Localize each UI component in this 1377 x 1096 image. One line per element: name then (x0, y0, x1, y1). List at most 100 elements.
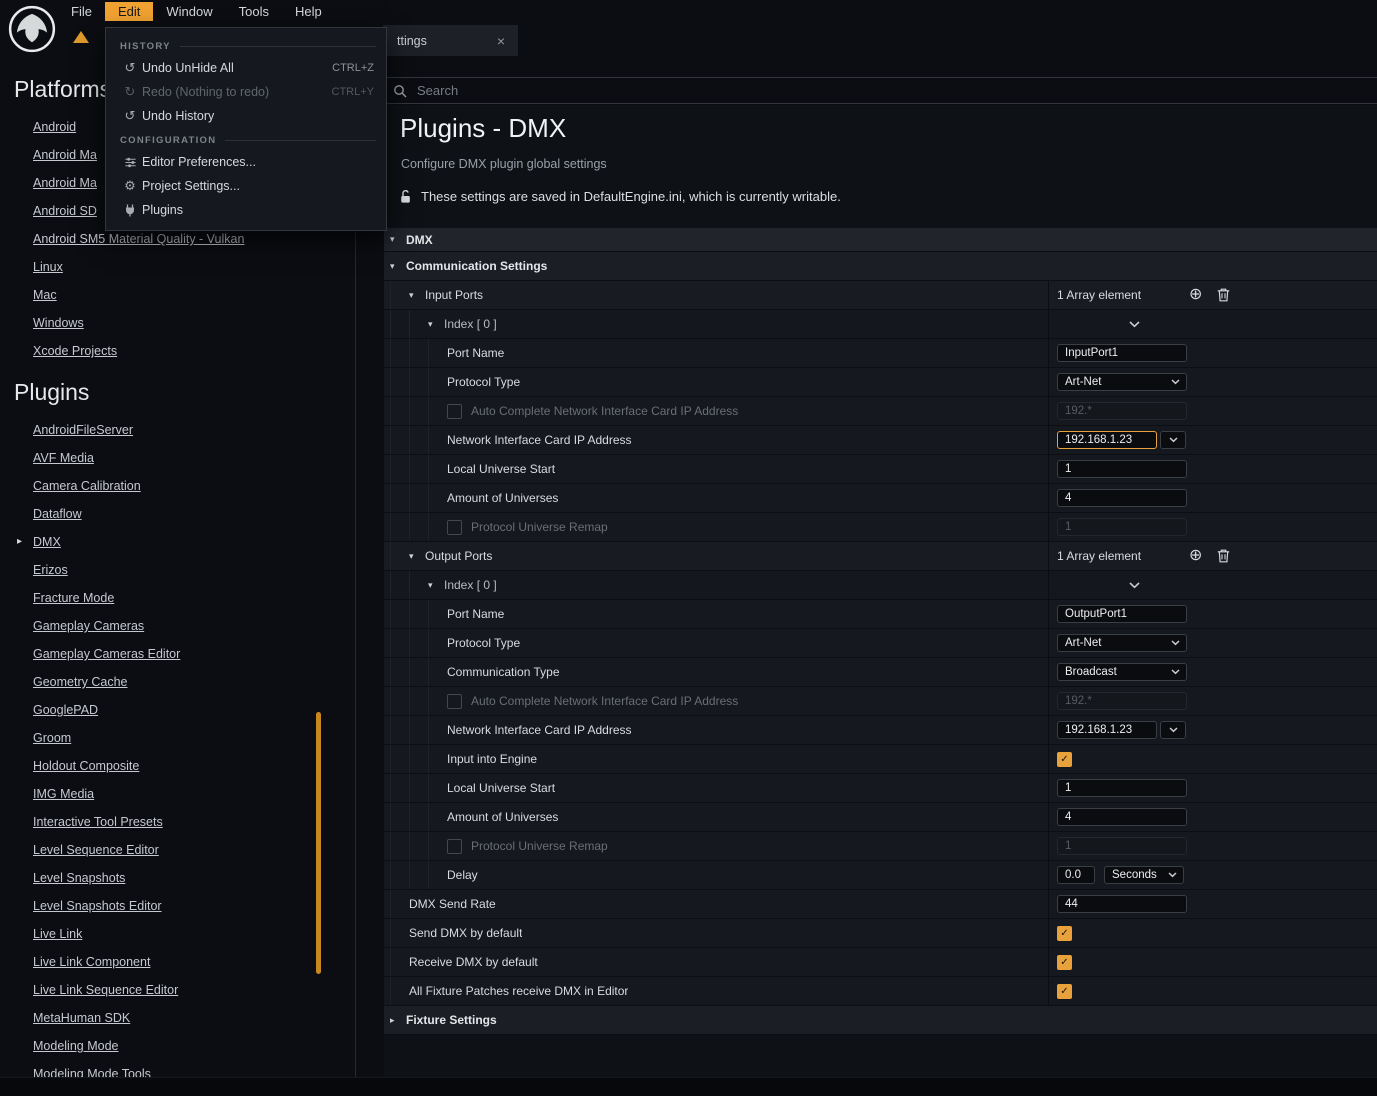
sidebar-item-label: Level Sequence Editor (33, 843, 159, 857)
row-label: Protocol Type (447, 636, 520, 650)
sidebar-scrollbar[interactable] (316, 712, 321, 974)
sidebar-item-xcode-projects-8[interactable]: Xcode Projects (0, 337, 355, 365)
sidebar-item-gameplay-cameras-editor-8[interactable]: Gameplay Cameras Editor (0, 640, 355, 668)
sidebar-item-avf-media-1[interactable]: AVF Media (0, 444, 355, 472)
local-universe-start-input[interactable] (1057, 460, 1187, 478)
sidebar-item-mac-6[interactable]: Mac (0, 281, 355, 309)
sidebar-item-dmx-4[interactable]: ▸DMX (0, 528, 355, 556)
protocol-universe-remap-input[interactable] (1057, 518, 1187, 536)
port-name-input[interactable] (1057, 605, 1187, 623)
dmx-send-rate-input[interactable] (1057, 895, 1187, 913)
protocol-universe-remap-checkbox[interactable] (447, 839, 462, 854)
menu-help[interactable]: Help (282, 2, 335, 21)
sidebar-item-label: Dataflow (33, 507, 82, 521)
menu-item-project-settings[interactable]: ⚙Project Settings... (106, 174, 386, 198)
collapsed-arrow-icon[interactable]: ▸ (390, 1015, 406, 1026)
delete-elements-icon[interactable] (1217, 549, 1230, 563)
port-name-input[interactable] (1057, 344, 1187, 362)
indent-guide (428, 861, 447, 889)
auto-complete-network-interface-card-ip-address-checkbox[interactable] (447, 404, 462, 419)
tab-close-icon[interactable]: × (492, 33, 510, 49)
menu-window[interactable]: Window (153, 2, 225, 21)
menu-file[interactable]: File (58, 2, 105, 21)
delay-input[interactable] (1057, 866, 1095, 884)
sidebar-item-live-link-sequence-editor-20[interactable]: Live Link Sequence Editor (0, 976, 355, 1004)
network-interface-card-ip-address-dropdown-button[interactable] (1160, 721, 1186, 739)
expanded-arrow-icon[interactable]: ▾ (409, 290, 425, 301)
search-icon (393, 84, 407, 98)
expanded-arrow-icon[interactable]: ▾ (390, 234, 406, 245)
search-input[interactable] (415, 82, 1377, 99)
sidebar-item-metahuman-sdk-21[interactable]: MetaHuman SDK (0, 1004, 355, 1032)
sidebar-item-level-sequence-editor-15[interactable]: Level Sequence Editor (0, 836, 355, 864)
sidebar-item-fracture-mode-6[interactable]: Fracture Mode (0, 584, 355, 612)
sidebar-item-geometry-cache-9[interactable]: Geometry Cache (0, 668, 355, 696)
sidebar-item-modeling-mode-22[interactable]: Modeling Mode (0, 1032, 355, 1060)
sidebar-item-label: Live Link Component (33, 955, 150, 969)
row-value-cell (1048, 310, 1377, 338)
menu-item-undo-unhide-all[interactable]: ↺Undo UnHide AllCTRL+Z (106, 56, 386, 80)
sidebar-item-camera-calibration-2[interactable]: Camera Calibration (0, 472, 355, 500)
communication-type-dropdown[interactable]: Broadcast (1057, 663, 1187, 681)
auto-complete-network-interface-card-ip-address-input[interactable] (1057, 402, 1187, 420)
collapse-chevron-icon[interactable] (1129, 582, 1140, 589)
menu-item-plugins[interactable]: Plugins (106, 198, 386, 222)
sidebar-item-interactive-tool-presets-14[interactable]: Interactive Tool Presets (0, 808, 355, 836)
chevron-down-icon (1171, 666, 1180, 678)
protocol-type-dropdown[interactable]: Art-Net (1057, 373, 1187, 391)
menu-item-label: Redo (Nothing to redo) (142, 85, 332, 99)
all-fixture-patches-receive-dmx-in-editor-checkbox[interactable]: ✓ (1057, 984, 1072, 999)
sidebar-item-level-snapshots-16[interactable]: Level Snapshots (0, 864, 355, 892)
amount-of-universes-input[interactable] (1057, 489, 1187, 507)
auto-complete-network-interface-card-ip-address-input[interactable] (1057, 692, 1187, 710)
auto-complete-network-interface-card-ip-address-checkbox[interactable] (447, 694, 462, 709)
sidebar-item-dataflow-3[interactable]: Dataflow (0, 500, 355, 528)
sidebar-item-erizos-5[interactable]: Erizos (0, 556, 355, 584)
settings-row-input-ports: ▾Input Ports1 Array element⊕ (384, 281, 1377, 310)
row-name-cell: Input into Engine (384, 745, 1048, 773)
settings-row-network-interface-card-ip-address: Network Interface Card IP Address192.168… (384, 716, 1377, 745)
sidebar-item-linux-5[interactable]: Linux (0, 253, 355, 281)
row-label: Protocol Universe Remap (471, 839, 608, 853)
sidebar-item-androidfileserver-0[interactable]: AndroidFileServer (0, 416, 355, 444)
network-interface-card-ip-address-input[interactable]: 192.168.1.23 (1057, 431, 1157, 449)
sidebar-item-img-media-13[interactable]: IMG Media (0, 780, 355, 808)
sidebar-item-googlepad-10[interactable]: GooglePAD (0, 696, 355, 724)
protocol-type-dropdown[interactable]: Art-Net (1057, 634, 1187, 652)
sidebar-item-groom-11[interactable]: Groom (0, 724, 355, 752)
sidebar-item-holdout-composite-12[interactable]: Holdout Composite (0, 752, 355, 780)
menu-item-undo-history[interactable]: ↺Undo History (106, 104, 386, 128)
menu-edit[interactable]: Edit (105, 2, 153, 21)
add-element-icon[interactable]: ⊕ (1189, 548, 1202, 564)
expanded-arrow-icon[interactable]: ▾ (409, 551, 425, 562)
row-name-cell: Local Universe Start (384, 455, 1048, 483)
menu-item-redo-nothing-to-redo[interactable]: ↻Redo (Nothing to redo)CTRL+Y (106, 80, 386, 104)
send-dmx-by-default-checkbox[interactable]: ✓ (1057, 926, 1072, 941)
expanded-arrow-icon[interactable]: ▾ (428, 580, 444, 591)
indent-guide (409, 368, 428, 396)
expanded-arrow-icon[interactable]: ▾ (390, 261, 406, 272)
sidebar-item-live-link-component-19[interactable]: Live Link Component (0, 948, 355, 976)
sidebar-item-level-snapshots-editor-17[interactable]: Level Snapshots Editor (0, 892, 355, 920)
delete-elements-icon[interactable] (1217, 288, 1230, 302)
sidebar-item-windows-7[interactable]: Windows (0, 309, 355, 337)
input-into-engine-checkbox[interactable]: ✓ (1057, 752, 1072, 767)
menu-item-editor-preferences[interactable]: Editor Preferences... (106, 150, 386, 174)
tab-project-settings[interactable]: ttings × (383, 25, 518, 56)
local-universe-start-input[interactable] (1057, 779, 1187, 797)
network-interface-card-ip-address-input[interactable]: 192.168.1.23 (1057, 721, 1157, 739)
menu-tools[interactable]: Tools (226, 2, 282, 21)
sidebar-item-label: Geometry Cache (33, 675, 127, 689)
receive-dmx-by-default-checkbox[interactable]: ✓ (1057, 955, 1072, 970)
expanded-arrow-icon[interactable]: ▾ (428, 319, 444, 330)
sidebar-item-modeling-mode-tools-23[interactable]: Modeling Mode Tools (0, 1060, 355, 1078)
protocol-universe-remap-checkbox[interactable] (447, 520, 462, 535)
sidebar-item-gameplay-cameras-7[interactable]: Gameplay Cameras (0, 612, 355, 640)
collapse-chevron-icon[interactable] (1129, 321, 1140, 328)
delay-unit-dropdown[interactable]: Seconds (1104, 866, 1184, 884)
network-interface-card-ip-address-dropdown-button[interactable] (1160, 431, 1186, 449)
add-element-icon[interactable]: ⊕ (1189, 287, 1202, 303)
protocol-universe-remap-input[interactable] (1057, 837, 1187, 855)
amount-of-universes-input[interactable] (1057, 808, 1187, 826)
sidebar-item-live-link-18[interactable]: Live Link (0, 920, 355, 948)
